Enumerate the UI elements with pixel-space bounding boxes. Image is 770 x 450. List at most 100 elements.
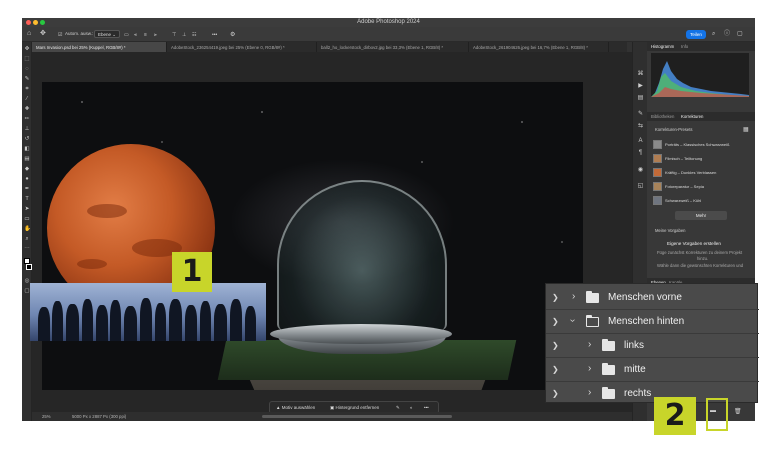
tab-libraries[interactable]: Bibliotheken	[651, 114, 674, 119]
path-select-tool-icon[interactable]: ➤	[24, 206, 30, 212]
glyphs-panel-icon[interactable]: ◉	[637, 166, 644, 173]
layer-name: Menschen vorne	[608, 292, 682, 303]
grid-view-icon[interactable]: ▦	[743, 126, 749, 133]
clone-stamp-tool-icon[interactable]: ⊥	[24, 126, 30, 132]
more-presets-button[interactable]: Mehr	[675, 211, 727, 220]
home-icon[interactable]: ⌂	[27, 30, 31, 38]
marquee-tool-icon[interactable]: ⬚	[24, 56, 30, 62]
search-icon[interactable]: ⌕	[712, 30, 715, 38]
layer-group-links[interactable]: ❯ › links	[546, 334, 759, 358]
layer-group-mitte[interactable]: ❯ › mitte	[546, 358, 759, 382]
visibility-eye-icon[interactable]: ❯	[552, 341, 559, 350]
transform-controls-icon[interactable]: ▭	[124, 31, 129, 39]
visibility-eye-icon[interactable]: ❯	[552, 317, 559, 326]
layer-group-menschen-hinten[interactable]: ❯ › Menschen hinten	[546, 310, 759, 334]
brush-settings-icon[interactable]: ✎	[637, 110, 644, 117]
play-actions-icon[interactable]: ▶	[637, 82, 644, 89]
preset-thumbnail	[653, 154, 662, 163]
shape-tool-icon[interactable]: ▭	[24, 216, 30, 222]
tab-info[interactable]: Info	[681, 44, 688, 49]
paragraph-panel-icon[interactable]: ¶	[637, 150, 644, 156]
task-bar-more-icon[interactable]: •••	[424, 405, 429, 410]
align-middle-icon[interactable]: ⊥	[182, 31, 186, 39]
doc-tab-ball2[interactable]: ball2_ho_lockerstock_dirbov2.jpg bei 33,…	[317, 42, 469, 52]
layer-group-menschen-vorne[interactable]: ❯ › Menschen vorne	[546, 286, 759, 310]
zoom-level[interactable]: 25%	[42, 414, 51, 419]
quick-select-tool-icon[interactable]: ✎	[24, 76, 30, 82]
own-presets-header[interactable]: Meine Vorgaben	[655, 228, 686, 233]
pen-tool-icon[interactable]: ✒	[24, 186, 30, 192]
lasso-tool-icon[interactable]: ◌	[24, 66, 30, 72]
doc-tab-mars-invasion[interactable]: Mars Invasion.psd bei 25% (Kuppel, RGB/8…	[32, 42, 167, 52]
remove-background-button[interactable]: ▣ Hintergrund entfernen	[330, 405, 379, 411]
adjustments-panel-tabs: Bibliotheken Korrekturen	[647, 112, 755, 121]
auto-select-label: Autom. ausw.:	[65, 31, 94, 36]
align-left-icon[interactable]: ⫷	[134, 31, 137, 39]
chevron-right-icon[interactable]: ›	[588, 363, 591, 374]
chevron-right-icon[interactable]: ›	[588, 387, 591, 398]
workspace-icon[interactable]: ▢	[737, 30, 743, 38]
doc-tab-adobestock-2[interactable]: AdobeStock_261904626.jpeg bei 16,7% (Ebe…	[469, 42, 609, 52]
presets-header[interactable]: Korrekturen-Presets	[655, 127, 692, 132]
task-bar-brush-icon[interactable]: ✎	[396, 405, 400, 411]
chevron-right-icon[interactable]: ›	[588, 339, 591, 350]
share-button[interactable]: Teilen	[686, 30, 706, 39]
chevron-down-icon[interactable]: ›	[567, 319, 578, 322]
silhouette	[169, 299, 182, 341]
auto-select-checkbox[interactable]: ☑	[58, 31, 62, 39]
preset-item[interactable]: Kräftig – Dunkles Verblassen	[651, 167, 747, 179]
visibility-eye-icon[interactable]: ❯	[552, 365, 559, 374]
silhouette	[38, 307, 50, 341]
histogram-panel-tabs: Histogramm Info	[647, 42, 755, 51]
preset-item[interactable]: Schwarzweiß – Kühl	[651, 195, 747, 207]
more-tools-icon[interactable]: ⋯	[24, 246, 30, 252]
brush-tool-icon[interactable]: ✏	[24, 116, 30, 122]
align-center-icon[interactable]: ≡	[144, 31, 147, 39]
chevron-right-icon[interactable]: ›	[572, 291, 575, 302]
preset-item[interactable]: Fotoreparatur – Sepia	[651, 181, 747, 193]
silhouette	[66, 304, 79, 341]
gradient-tool-icon[interactable]: ▤	[24, 156, 30, 162]
navigator-panel-icon[interactable]: ◱	[637, 182, 644, 189]
visibility-eye-icon[interactable]: ❯	[552, 389, 559, 398]
horizontal-scrollbar[interactable]	[262, 415, 452, 418]
select-subject-button[interactable]: ▲ Motiv auswählen	[276, 405, 315, 410]
preset-label: Schwarzweiß – Kühl	[665, 198, 702, 203]
eraser-tool-icon[interactable]: ◧	[24, 146, 30, 152]
history-brush-tool-icon[interactable]: ↺	[24, 136, 30, 142]
align-top-icon[interactable]: ⊤	[172, 31, 176, 39]
hand-tool-icon[interactable]: ✋	[24, 226, 31, 232]
delete-layer-icon[interactable]: 🗑	[734, 408, 742, 415]
layers-comp-icon[interactable]: ▤	[637, 94, 644, 101]
distribute-icon[interactable]: ☷	[192, 31, 196, 39]
zoom-tool-icon[interactable]: ⌕	[24, 236, 30, 242]
blur-tool-icon[interactable]: ◆	[24, 166, 30, 172]
canvas-area[interactable]	[32, 52, 632, 412]
type-tool-icon[interactable]: T	[24, 196, 30, 202]
own-presets-desc2: hinzu.	[697, 256, 709, 261]
character-panel-icon[interactable]: A	[637, 138, 644, 144]
preset-item[interactable]: Porträts – Klassisches Schwarzweiß	[651, 139, 747, 151]
silhouette	[110, 300, 121, 341]
gear-icon[interactable]: ⚙	[230, 31, 235, 39]
tab-adjustments[interactable]: Korrekturen	[681, 114, 703, 119]
tab-histogram[interactable]: Histogramm	[651, 44, 674, 49]
ellipsis-icon[interactable]: •••	[212, 31, 217, 39]
eyedropper-tool-icon[interactable]: ⁄	[24, 96, 30, 102]
auto-select-dropdown[interactable]: Ebene ⌄	[94, 30, 121, 38]
properties-icon[interactable]: ⇆	[637, 122, 644, 129]
dodge-tool-icon[interactable]: ●	[24, 176, 30, 182]
align-right-icon[interactable]: ⫸	[154, 31, 157, 39]
help-icon[interactable]: ⓘ	[724, 30, 730, 38]
move-icon[interactable]: ✥	[40, 30, 46, 38]
history-panel-icon[interactable]: ⌘	[637, 70, 644, 77]
doc-tab-adobestock-1[interactable]: AdobeStock_236254419.jpeg bei 25% (Ebene…	[167, 42, 317, 52]
crop-tool-icon[interactable]: ⌗	[24, 86, 30, 92]
callout-1-badge: 1	[172, 252, 212, 292]
healing-tool-icon[interactable]: ✚	[24, 106, 30, 112]
preset-item[interactable]: Filmisch – Teiltonung	[651, 153, 747, 165]
task-bar-mask-icon[interactable]: ◐	[410, 405, 413, 410]
document-canvas[interactable]	[42, 82, 583, 390]
move-tool-icon[interactable]: ✥	[24, 46, 30, 52]
visibility-eye-icon[interactable]: ❯	[552, 293, 559, 302]
